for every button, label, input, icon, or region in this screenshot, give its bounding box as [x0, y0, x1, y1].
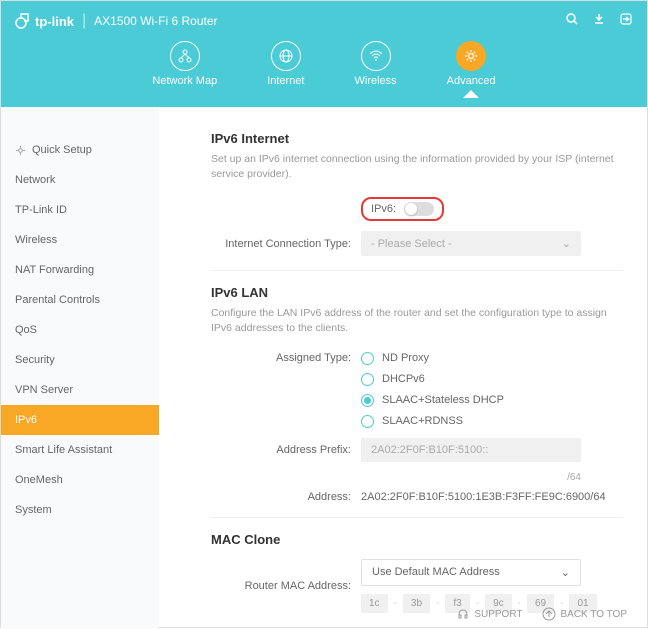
gear-icon [456, 41, 486, 71]
product-name: AX1500 Wi-Fi 6 Router [94, 14, 217, 28]
wifi-icon [361, 41, 391, 71]
sidebar-item-network[interactable]: Network [1, 165, 159, 195]
sidebar-item-ipv6[interactable]: IPv6 [1, 405, 159, 435]
network-map-icon [170, 41, 200, 71]
radio-dhcpv6[interactable]: DHCPv6 [361, 373, 623, 386]
gear-icon [15, 145, 26, 156]
conn-type-label: Internet Connection Type: [211, 238, 361, 250]
assigned-type-label: Assigned Type: [211, 352, 361, 364]
prefix-suffix: /64 [211, 472, 581, 483]
logout-icon[interactable] [619, 12, 633, 31]
logo: tp-link [15, 13, 74, 29]
sidebar-item-qos[interactable]: QoS [1, 315, 159, 345]
mac-label: Router MAC Address: [211, 580, 361, 592]
sidebar-item-parental[interactable]: Parental Controls [1, 285, 159, 315]
mac-select[interactable]: Use Default MAC Address ⌄ [361, 559, 581, 586]
sidebar-item-wireless[interactable]: Wireless [1, 225, 159, 255]
led-icon[interactable] [593, 12, 605, 30]
nav-tabs: Network Map Internet Wireless Advanced [1, 33, 647, 97]
chevron-down-icon: ⌄ [562, 237, 571, 250]
sidebar-item-system[interactable]: System [1, 495, 159, 525]
ipv6-lan-title: IPv6 LAN [211, 285, 623, 300]
sidebar-item-onemesh[interactable]: OneMesh [1, 465, 159, 495]
prefix-label: Address Prefix: [211, 444, 361, 456]
sidebar-item-tplink-id[interactable]: TP-Link ID [1, 195, 159, 225]
globe-icon [271, 41, 301, 71]
address-label: Address: [211, 491, 361, 503]
radio-nd-proxy[interactable]: ND Proxy [361, 352, 623, 365]
headset-icon [456, 607, 470, 621]
back-to-top-button[interactable]: BACK TO TOP [542, 607, 627, 621]
tab-internet[interactable]: Internet [267, 41, 304, 97]
conn-type-select[interactable]: - Please Select - ⌄ [361, 231, 581, 256]
ipv6-internet-desc: Set up an IPv6 internet connection using… [211, 152, 623, 181]
brand: tp-link | AX1500 Wi-Fi 6 Router [15, 12, 218, 30]
radio-slaac-rdnss[interactable]: SLAAC+RDNSS [361, 415, 623, 428]
sidebar-item-quick-setup[interactable]: Quick Setup [1, 135, 159, 165]
ipv6-toggle-highlight: IPv6: [361, 197, 444, 221]
sidebar-item-vpn[interactable]: VPN Server [1, 375, 159, 405]
tab-advanced[interactable]: Advanced [447, 41, 496, 97]
prefix-input[interactable] [361, 438, 581, 462]
tab-wireless[interactable]: Wireless [355, 41, 397, 97]
sidebar: Quick Setup Network TP-Link ID Wireless … [1, 107, 159, 629]
address-value: 2A02:2F0F:B10F:5100:1E3B:F3FF:FE9C:6900/… [361, 491, 623, 503]
chevron-down-icon: ⌄ [561, 566, 570, 579]
arrow-up-icon [542, 607, 556, 621]
ipv6-toggle-label: IPv6: [371, 203, 396, 215]
sidebar-item-security[interactable]: Security [1, 345, 159, 375]
mac-clone-title: MAC Clone [211, 532, 623, 547]
ipv6-internet-title: IPv6 Internet [211, 131, 623, 146]
content: IPv6 Internet Set up an IPv6 internet co… [159, 107, 647, 629]
ipv6-toggle[interactable] [404, 202, 434, 216]
sidebar-item-smart-life[interactable]: Smart Life Assistant [1, 435, 159, 465]
search-icon[interactable] [565, 12, 579, 31]
sidebar-item-nat[interactable]: NAT Forwarding [1, 255, 159, 285]
header: tp-link | AX1500 Wi-Fi 6 Router Network … [1, 1, 647, 107]
ipv6-lan-desc: Configure the LAN IPv6 address of the ro… [211, 306, 623, 335]
tab-network-map[interactable]: Network Map [152, 41, 217, 97]
radio-slaac-stateless[interactable]: SLAAC+Stateless DHCP [361, 394, 623, 407]
support-button[interactable]: SUPPORT [456, 607, 522, 621]
